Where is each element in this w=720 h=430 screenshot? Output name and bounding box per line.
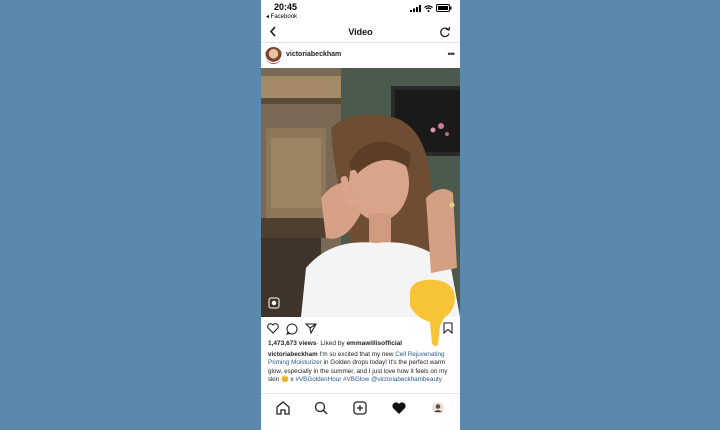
pointing-hand-icon bbox=[409, 279, 455, 346]
signal-icon bbox=[410, 4, 421, 12]
bottom-tab-bar bbox=[261, 393, 460, 430]
post-caption: victoriabeckham I'm so excited that my n… bbox=[268, 351, 456, 384]
status-time: 20:45 bbox=[274, 2, 298, 12]
caption-mention[interactable]: @victoriabeckhambeauty bbox=[371, 376, 442, 383]
instagram-phone-screen: 20:45 ◂ Facebook Video victoriabeckham •… bbox=[261, 0, 460, 430]
liked-by-user[interactable]: emmawillisofficial bbox=[346, 340, 402, 347]
avatar[interactable] bbox=[265, 47, 282, 64]
home-icon[interactable] bbox=[273, 399, 293, 417]
wifi-icon bbox=[424, 4, 433, 12]
status-bar: 20:45 ◂ Facebook bbox=[261, 0, 460, 22]
heart-icon[interactable] bbox=[267, 323, 279, 334]
caption-text: I'm so excited that my new bbox=[317, 351, 396, 358]
comment-icon[interactable] bbox=[286, 323, 298, 335]
back-to-app-link[interactable]: ◂ Facebook bbox=[266, 13, 297, 20]
top-nav-bar: Video bbox=[261, 22, 460, 43]
post-username[interactable]: victoriabeckham bbox=[286, 51, 341, 58]
new-post-icon[interactable] bbox=[350, 399, 370, 417]
share-icon[interactable] bbox=[305, 323, 317, 334]
caption-hashtags[interactable]: #VBGoldenHour #VBGlow bbox=[295, 376, 369, 383]
page-title: Video bbox=[348, 27, 373, 37]
status-icons bbox=[410, 4, 452, 12]
activity-heart-icon[interactable] bbox=[389, 399, 409, 417]
battery-icon bbox=[436, 4, 452, 12]
post-header: victoriabeckham ••• bbox=[261, 44, 460, 68]
view-count: 1,473,673 views bbox=[268, 340, 317, 347]
search-icon[interactable] bbox=[311, 399, 331, 417]
profile-avatar-icon[interactable] bbox=[428, 399, 448, 417]
caption-username[interactable]: victoriabeckham bbox=[268, 351, 318, 358]
refresh-icon[interactable] bbox=[439, 26, 451, 38]
liked-by-prefix: · Liked by bbox=[316, 340, 347, 347]
more-options-icon[interactable]: ••• bbox=[448, 49, 456, 59]
